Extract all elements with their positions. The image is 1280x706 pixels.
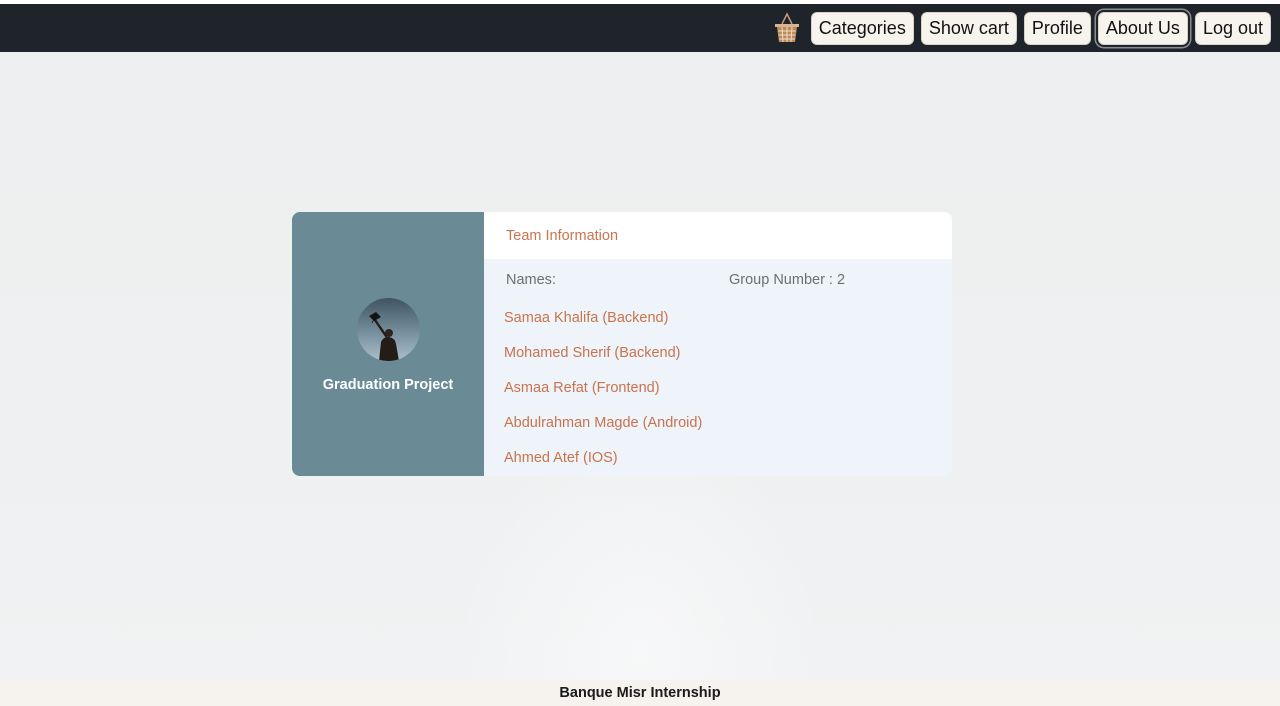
- project-title: Graduation Project: [322, 376, 454, 393]
- group-number-label: Group Number : 2: [729, 272, 846, 288]
- top-navbar: Categories Show cart Profile About Us Lo…: [0, 4, 1280, 52]
- footer-text: Banque Misr Internship: [559, 685, 721, 701]
- show-cart-button[interactable]: Show cart: [920, 11, 1017, 45]
- log-out-button[interactable]: Log out: [1194, 11, 1271, 45]
- basket-icon[interactable]: [772, 11, 802, 45]
- team-info-header: Team Information: [484, 212, 952, 259]
- project-panel: Graduation Project: [292, 212, 484, 476]
- team-details: Team Information Names: Group Number : 2…: [484, 212, 952, 476]
- list-item: Abdulrahman Magde (Android): [504, 415, 703, 431]
- list-item: Ahmed Atef (IOS): [504, 450, 618, 466]
- profile-button[interactable]: Profile: [1023, 11, 1091, 45]
- names-label: Names:: [506, 272, 556, 288]
- nav-actions: Categories Show cart Profile About Us Lo…: [772, 4, 1271, 52]
- member-list: Samaa Khalifa (Backend) Mohamed Sherif (…: [504, 310, 702, 476]
- list-item: Asmaa Refat (Frontend): [504, 380, 660, 396]
- list-item: Mohamed Sherif (Backend): [504, 345, 681, 361]
- footer: Banque Misr Internship: [0, 680, 1280, 706]
- list-item: Samaa Khalifa (Backend): [504, 310, 669, 326]
- about-us-button[interactable]: About Us: [1097, 11, 1188, 45]
- team-info-card: Graduation Project Team Information Name…: [292, 212, 952, 476]
- graduation-avatar: [356, 297, 420, 361]
- categories-button[interactable]: Categories: [810, 11, 914, 45]
